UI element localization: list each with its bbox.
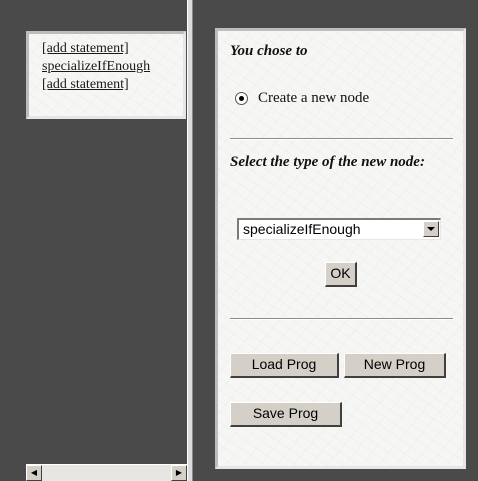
add-statement-link-top[interactable]: [add statement] <box>42 40 183 58</box>
radio-selected-icon[interactable] <box>235 92 248 105</box>
create-node-label: Create a new node <box>258 90 370 106</box>
scrollbar-track[interactable] <box>42 465 171 481</box>
create-node-radio-row[interactable]: Create a new node <box>235 90 369 107</box>
divider-top <box>230 138 453 140</box>
node-type-value: specializeIfEnough <box>243 221 361 237</box>
you-chose-heading: You chose to <box>230 43 308 59</box>
chevron-down-icon[interactable] <box>423 221 439 237</box>
divider-bottom <box>230 318 453 320</box>
new-prog-button[interactable]: New Prog <box>344 353 446 378</box>
save-prog-button[interactable]: Save Prog <box>230 402 342 427</box>
arrow-right-icon[interactable]: ▶ <box>171 465 187 481</box>
statement-specialize-link[interactable]: specializeIfEnough <box>42 58 183 76</box>
arrow-left-icon[interactable]: ◀ <box>26 465 42 481</box>
horizontal-scrollbar[interactable]: ◀ ▶ <box>26 464 187 481</box>
add-statement-link-bottom[interactable]: [add statement] <box>42 76 183 94</box>
select-type-heading: Select the type of the new node: <box>230 154 425 170</box>
statement-list: [add statement] specializeIfEnough [add … <box>26 31 186 119</box>
node-type-select[interactable]: specializeIfEnough <box>237 218 441 240</box>
ok-button[interactable]: OK <box>325 262 357 287</box>
load-prog-button[interactable]: Load Prog <box>230 353 339 378</box>
